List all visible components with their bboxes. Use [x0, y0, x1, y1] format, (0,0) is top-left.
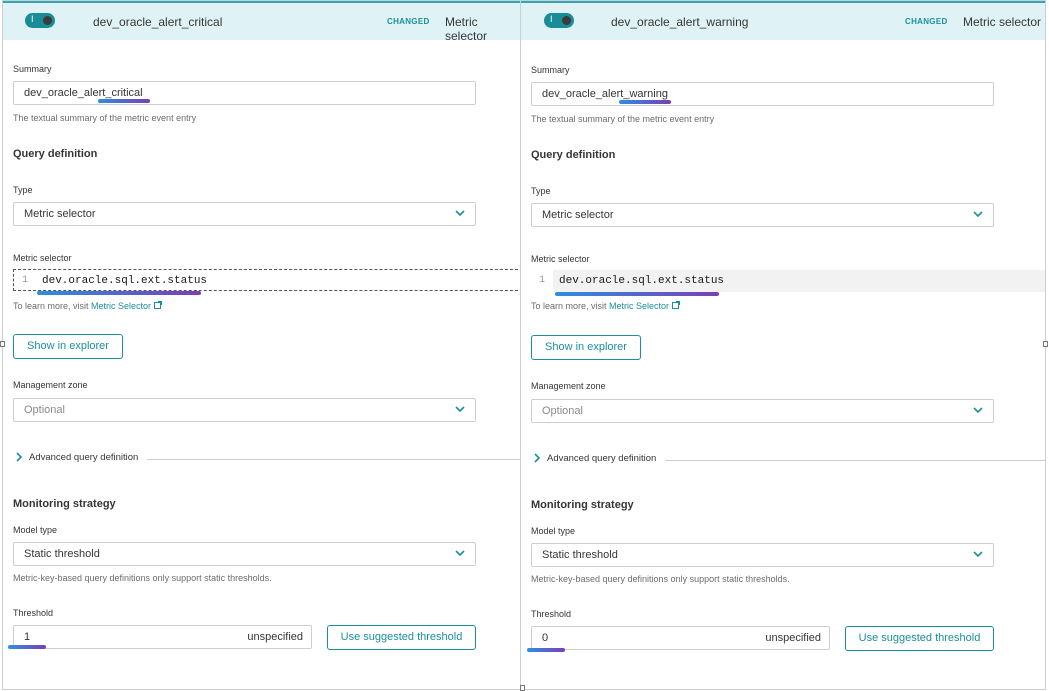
toggle-on-label: I	[550, 14, 553, 24]
chevron-down-icon	[973, 211, 983, 218]
resize-handle[interactable]	[520, 685, 525, 691]
learn-more-prefix: To learn more, visit	[13, 301, 92, 311]
metric-selector-link[interactable]: Metric Selector	[91, 301, 151, 311]
learn-more-text: To learn more, visit Metric Selector	[531, 301, 680, 311]
entry-type: Metric selector	[445, 15, 488, 43]
entry-name: dev_oracle_alert_warning	[611, 15, 749, 29]
highlight-mark	[555, 292, 719, 296]
query-definition-heading: Query definition	[13, 148, 98, 160]
management-zone-label: Management zone	[13, 380, 88, 390]
type-select[interactable]: Metric selector	[13, 202, 476, 226]
threshold-unit: unspecified	[247, 631, 303, 643]
threshold-value: 1	[24, 631, 31, 643]
model-type-label: Model type	[531, 526, 576, 536]
model-type-help: Metric-key-based query definitions only …	[13, 573, 272, 583]
type-select-value: Metric selector	[542, 209, 614, 221]
chevron-right-icon[interactable]	[533, 453, 541, 463]
chevron-down-icon	[973, 407, 983, 414]
threshold-unit: unspecified	[765, 632, 821, 644]
resize-handle[interactable]	[1043, 341, 1048, 347]
metric-selector-label: Metric selector	[531, 254, 590, 264]
panel-header: I dev_oracle_alert_critical CHANGED Metr…	[3, 1, 520, 43]
highlight-mark	[527, 648, 565, 652]
type-select-value: Metric selector	[24, 208, 96, 220]
type-select[interactable]: Metric selector	[531, 203, 994, 227]
use-suggested-threshold-button[interactable]: Use suggested threshold	[327, 625, 476, 650]
model-type-value: Static threshold	[542, 549, 618, 561]
line-number: 1	[531, 270, 553, 292]
divider	[147, 459, 520, 460]
management-zone-placeholder: Optional	[542, 405, 583, 417]
event-panel-critical: I dev_oracle_alert_critical CHANGED Metr…	[2, 0, 521, 690]
threshold-input[interactable]: 0 unspecified	[531, 626, 830, 650]
panel-header: I dev_oracle_alert_warning CHANGED Metri…	[521, 1, 1045, 40]
metric-selector-editor[interactable]: 1 dev.oracle.sql.ext.status	[13, 269, 520, 291]
model-type-label: Model type	[13, 525, 58, 535]
metric-selector-link[interactable]: Metric Selector	[609, 301, 669, 311]
model-type-help: Metric-key-based query definitions only …	[531, 574, 790, 584]
learn-more-text: To learn more, visit Metric Selector	[13, 301, 162, 311]
enabled-toggle[interactable]: I	[25, 13, 55, 28]
metric-selector-editor[interactable]: 1 dev.oracle.sql.ext.status	[531, 270, 1045, 292]
show-in-explorer-button[interactable]: Show in explorer	[531, 335, 641, 360]
threshold-label: Threshold	[13, 608, 54, 618]
metric-selector-code: dev.oracle.sql.ext.status	[42, 275, 208, 287]
management-zone-select[interactable]: Optional	[13, 398, 476, 422]
advanced-query-toggle[interactable]: Advanced query definition	[547, 453, 656, 464]
changed-badge: CHANGED	[905, 17, 948, 26]
metric-selector-code: dev.oracle.sql.ext.status	[559, 275, 725, 287]
type-label: Type	[531, 186, 551, 196]
summary-help: The textual summary of the metric event …	[531, 114, 715, 124]
management-zone-placeholder: Optional	[24, 404, 65, 416]
summary-label: Summary	[531, 65, 570, 75]
chevron-down-icon	[455, 550, 465, 557]
model-type-value: Static threshold	[24, 548, 100, 560]
changed-badge: CHANGED	[387, 17, 430, 26]
monitoring-strategy-heading: Monitoring strategy	[531, 499, 634, 511]
model-type-select[interactable]: Static threshold	[531, 543, 994, 567]
chevron-down-icon	[455, 210, 465, 217]
threshold-value: 0	[542, 632, 549, 644]
advanced-query-toggle[interactable]: Advanced query definition	[29, 452, 138, 463]
summary-input[interactable]: dev_oracle_alert_warning	[531, 82, 994, 106]
management-zone-select[interactable]: Optional	[531, 399, 994, 423]
summary-input[interactable]: dev_oracle_alert_critical	[13, 81, 476, 105]
model-type-select[interactable]: Static threshold	[13, 542, 476, 566]
query-definition-heading: Query definition	[531, 149, 616, 161]
show-in-explorer-button[interactable]: Show in explorer	[13, 334, 123, 359]
threshold-input[interactable]: 1 unspecified	[13, 625, 312, 649]
enabled-toggle[interactable]: I	[544, 13, 574, 28]
type-label: Type	[13, 185, 33, 195]
toggle-knob-icon	[562, 16, 571, 25]
use-suggested-threshold-button[interactable]: Use suggested threshold	[845, 626, 994, 651]
resize-handle[interactable]	[0, 341, 5, 347]
summary-help: The textual summary of the metric event …	[13, 113, 197, 123]
toggle-on-label: I	[31, 14, 34, 24]
chevron-down-icon	[455, 406, 465, 413]
learn-more-prefix: To learn more, visit	[531, 301, 610, 311]
highlight-mark	[98, 99, 150, 103]
highlight-mark	[37, 291, 201, 295]
summary-label: Summary	[13, 64, 52, 74]
divider	[665, 460, 1045, 461]
highlight-mark	[8, 645, 46, 649]
highlight-mark	[619, 100, 671, 104]
external-link-icon	[671, 301, 680, 309]
chevron-right-icon[interactable]	[15, 452, 23, 462]
entry-name: dev_oracle_alert_critical	[93, 15, 223, 29]
monitoring-strategy-heading: Monitoring strategy	[13, 498, 116, 510]
line-number: 1	[21, 275, 28, 286]
toggle-knob-icon	[43, 16, 52, 25]
threshold-label: Threshold	[531, 609, 572, 619]
entry-type: Metric selector	[963, 15, 1042, 29]
event-panel-warning: I dev_oracle_alert_warning CHANGED Metri…	[520, 0, 1046, 690]
external-link-icon	[153, 301, 162, 309]
metric-selector-label: Metric selector	[13, 253, 72, 263]
chevron-down-icon	[973, 551, 983, 558]
management-zone-label: Management zone	[531, 381, 606, 391]
